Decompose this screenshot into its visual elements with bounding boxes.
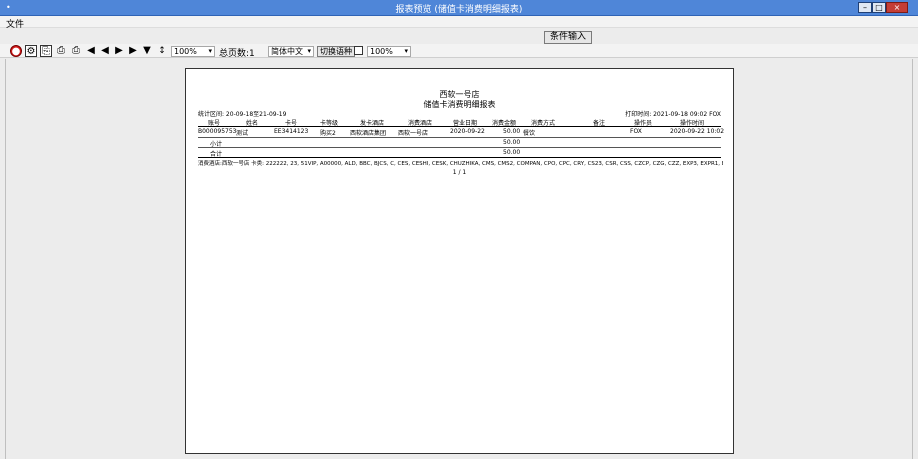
zoom-select-2[interactable]: 100% ▾	[367, 46, 411, 57]
chevron-down-icon: ▾	[404, 47, 408, 55]
filter-line: 消费酒店:西软一号店 卡类: 222222, 23, 51VIP, A00000…	[198, 161, 723, 167]
first-page-icon[interactable]: ◀​	[85, 45, 97, 57]
last-page-icon[interactable]: ▶​	[127, 45, 139, 57]
page-indicator: 1 / 1	[452, 169, 467, 176]
cell-business-date: 2020-09-22	[450, 128, 485, 135]
chevron-down-icon: ▾	[208, 47, 212, 55]
cell-issue-hotel: 西软酒店集团	[350, 130, 387, 137]
filter-icon[interactable]: ▼	[141, 45, 153, 57]
cell-name: 测试	[236, 130, 249, 137]
table-row: B000095753 测试 EE3414123 购买2 西软酒店集团 西软一号店…	[198, 128, 725, 137]
prev-page-icon[interactable]: ◀	[99, 45, 111, 57]
cell-card-level: 购买2	[320, 130, 336, 137]
subtotal-divider	[198, 147, 721, 148]
report-print-time: 打印时间: 2021-09-18 09:02 FOX	[625, 111, 721, 118]
condition-input-button[interactable]: 条件输入	[544, 31, 592, 44]
cell-operator: FOX	[630, 128, 642, 135]
language-select-value: 简体中文	[271, 47, 303, 56]
switch-language-button[interactable]: 切换语种	[317, 46, 355, 57]
cell-account: B000095753	[198, 128, 237, 135]
cell-pay-method: 餐饮	[523, 130, 536, 137]
total-divider	[198, 157, 721, 158]
cell-card-no: EE3414123	[274, 128, 309, 135]
language-select[interactable]: 简体中文 ▾	[268, 46, 314, 57]
row-divider	[198, 137, 721, 138]
window-controls: – □ ×	[858, 2, 908, 13]
zoom-select[interactable]: 100% ▾	[171, 46, 215, 57]
report-page: 西软一号店 储值卡消费明细报表 统计区间: 20-09-18至21-09-19 …	[185, 68, 734, 454]
print-setup-icon[interactable]: ⚙	[25, 45, 37, 57]
menu-bar: 文件	[0, 16, 918, 30]
zoom-select-2-value: 100%	[370, 47, 393, 56]
window-title: 报表预览 (储值卡消费明细报表)	[395, 5, 523, 15]
next-page-icon[interactable]: ▶	[113, 45, 125, 57]
close-button[interactable]: ×	[886, 2, 908, 13]
printer-icon[interactable]: ⎙	[55, 45, 67, 57]
cell-consume-hotel: 西软一号店	[398, 130, 429, 137]
cell-operate-time: 2020-09-22 10:02	[670, 128, 725, 135]
total-pages: 总页数:1	[219, 49, 255, 59]
maximize-button[interactable]: □	[872, 2, 886, 13]
menu-file[interactable]: 文件	[6, 17, 24, 30]
header-divider	[198, 126, 721, 127]
total-value: 50.00	[503, 149, 521, 156]
print-preview-icon[interactable]: ⎙	[70, 45, 82, 57]
report-range: 统计区间: 20-09-18至21-09-19	[198, 111, 287, 118]
stop-icon[interactable]: ●	[10, 45, 22, 57]
title-bar: • 报表预览 (储值卡消费明细报表) – □ ×	[0, 0, 918, 16]
cell-amount: 50.00	[503, 128, 521, 135]
checkbox[interactable]	[354, 46, 363, 55]
subtotal-value: 50.00	[503, 139, 521, 146]
export-icon[interactable]: ⎘	[40, 45, 52, 57]
chevron-down-icon: ▾	[307, 47, 311, 55]
toolbar: ● ⚙ ⎘ ⎙ ⎙ ◀​ ◀ ▶ ▶​ ▼ ↕ 100% ▾ 总页数:1 简体中…	[0, 44, 918, 59]
zoom-select-value: 100%	[174, 47, 197, 56]
minimize-button[interactable]: –	[858, 2, 872, 13]
sort-icon[interactable]: ↕	[156, 45, 168, 57]
